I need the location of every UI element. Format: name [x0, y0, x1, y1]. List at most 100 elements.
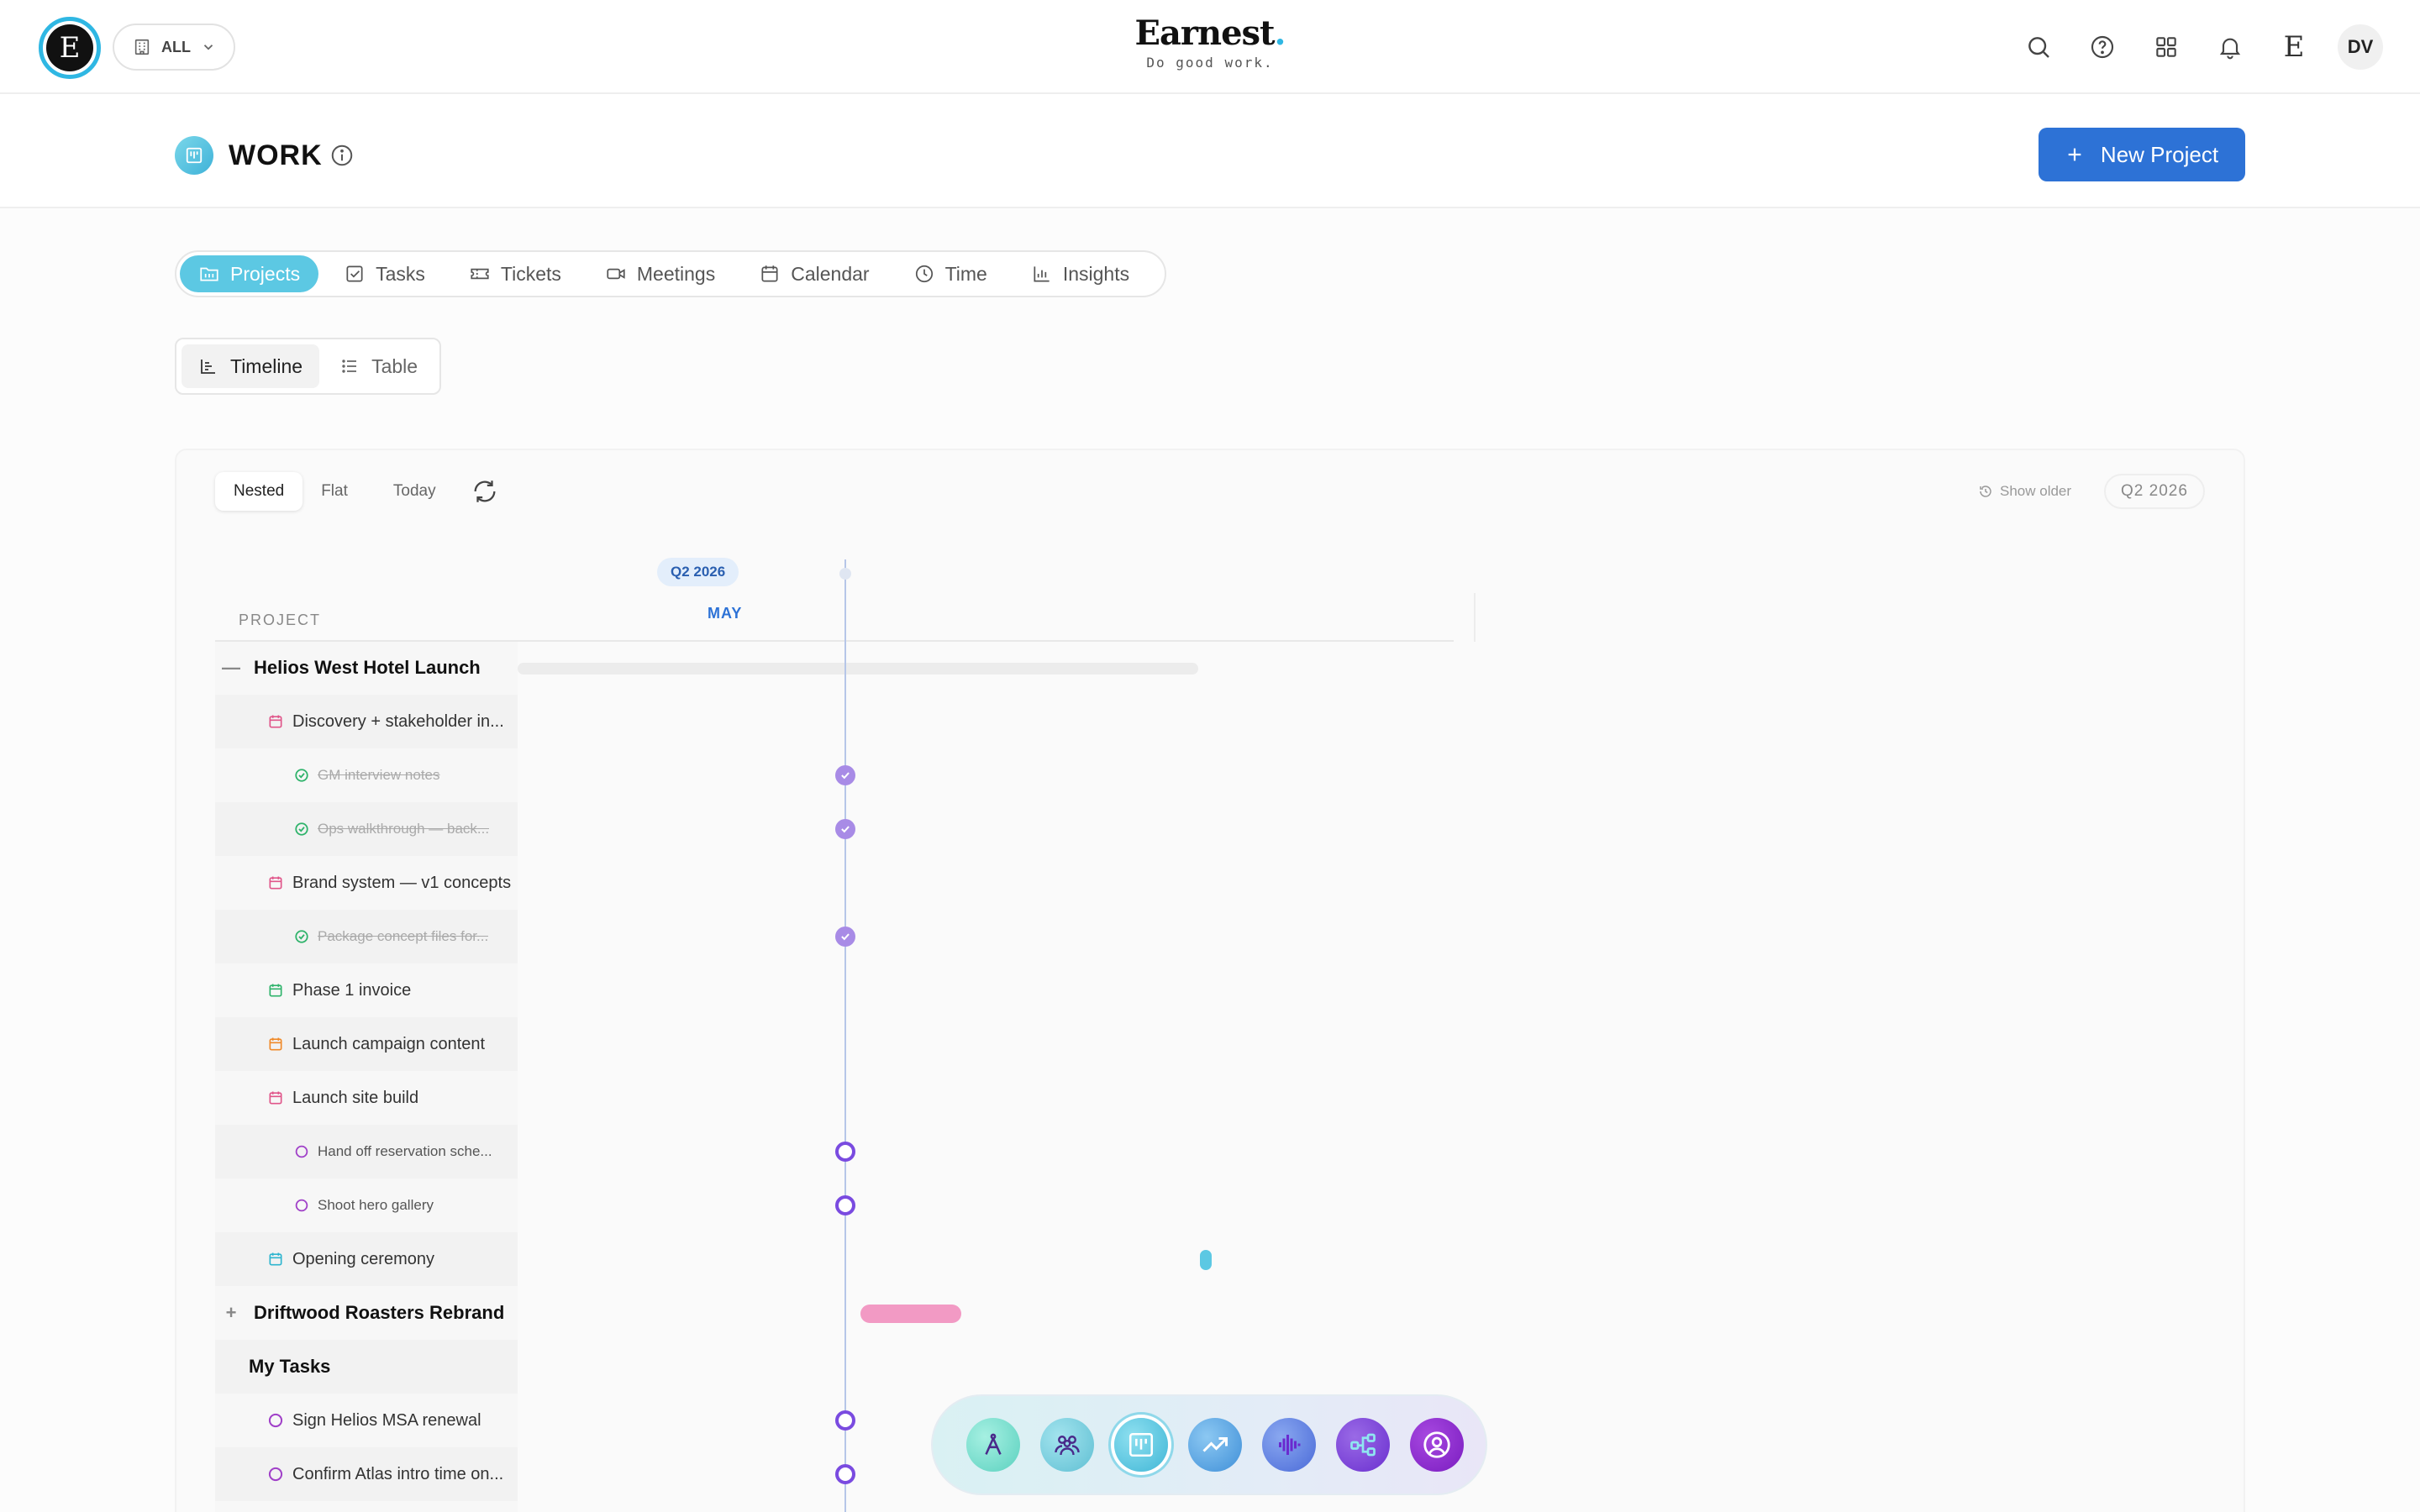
- growth-app-icon[interactable]: [1188, 1418, 1242, 1472]
- task-marker-open[interactable]: [835, 1410, 855, 1431]
- milestone-marker[interactable]: [1200, 1250, 1212, 1270]
- task-row[interactable]: Package concept files for...: [215, 910, 518, 963]
- brand: Earnest. Do good work.: [1126, 13, 1294, 72]
- refresh-icon[interactable]: [468, 475, 502, 508]
- show-older-label: Show older: [2000, 483, 2072, 499]
- milestone-row[interactable]: Discovery + stakeholder in...: [215, 695, 518, 748]
- top-header: E ALL Earnest. Do good work. E DV: [0, 0, 2420, 94]
- task-row[interactable]: GM interview notes: [215, 748, 518, 802]
- calendar-icon: [761, 265, 778, 282]
- avatar[interactable]: DV: [2338, 24, 2383, 70]
- app-logo[interactable]: E: [39, 17, 101, 79]
- help-icon[interactable]: [2082, 27, 2123, 67]
- calendar-icon: [269, 876, 282, 890]
- tab-time[interactable]: Time: [895, 255, 1006, 292]
- check-icon: [841, 772, 850, 780]
- timeline-icon: [201, 360, 215, 374]
- workspace-switcher[interactable]: ALL: [113, 24, 235, 71]
- tab-label: Tickets: [500, 262, 561, 285]
- milestone-row[interactable]: Launch campaign content: [215, 1017, 518, 1071]
- timeline-controls: Nested Flat Today: [215, 472, 502, 511]
- task-marker-open[interactable]: [835, 1195, 855, 1215]
- earnest-app-icon[interactable]: E: [2274, 27, 2314, 67]
- tab-label: Tasks: [376, 262, 425, 285]
- workspace-label: ALL: [161, 38, 191, 55]
- project-span-bar[interactable]: [518, 663, 1198, 675]
- project-row-driftwood[interactable]: + Driftwood Roasters Rebrand: [215, 1286, 518, 1340]
- work-app-icon[interactable]: [1114, 1418, 1168, 1472]
- task-marker-open[interactable]: [835, 1142, 855, 1162]
- project-span-bar[interactable]: [860, 1305, 961, 1323]
- task-row[interactable]: Ops walkthrough — back...: [215, 802, 518, 856]
- voice-app-icon[interactable]: [1262, 1418, 1316, 1472]
- list-icon: [342, 360, 357, 373]
- milestone-row[interactable]: Launch site build: [215, 1071, 518, 1125]
- today-button[interactable]: Today: [375, 472, 455, 511]
- mode-nested[interactable]: Nested: [215, 472, 303, 511]
- milestone-row[interactable]: Opening ceremony: [215, 1232, 518, 1286]
- row-label: Opening ceremony: [292, 1249, 434, 1268]
- calendar-icon: [269, 1252, 282, 1266]
- tab-calendar[interactable]: Calendar: [740, 255, 887, 292]
- group-row-my-tasks[interactable]: My Tasks: [215, 1340, 518, 1394]
- view-timeline[interactable]: Timeline: [182, 344, 320, 388]
- my-task-row[interactable]: Confirm Atlas intro time on...: [215, 1447, 518, 1501]
- tab-projects[interactable]: Projects: [180, 255, 319, 292]
- tab-insights[interactable]: Insights: [1013, 255, 1148, 292]
- search-icon[interactable]: [2018, 27, 2059, 67]
- row-label: Launch campaign content: [292, 1034, 486, 1053]
- collapse-icon[interactable]: —: [222, 657, 240, 679]
- view-table[interactable]: Table: [323, 344, 434, 388]
- task-row[interactable]: Hand off reservation sche...: [215, 1125, 518, 1179]
- milestone-row[interactable]: Brand system — v1 concepts: [215, 856, 518, 910]
- show-older-button[interactable]: Show older: [1978, 479, 2071, 504]
- expand-icon[interactable]: +: [222, 1302, 240, 1324]
- circle-icon: [268, 1413, 283, 1428]
- tab-tickets[interactable]: Tickets: [450, 255, 580, 292]
- calendar-icon: [269, 1037, 282, 1051]
- task-row[interactable]: Shoot hero gallery: [215, 1179, 518, 1232]
- row-label: Discovery + stakeholder in...: [292, 711, 504, 731]
- today-line: [844, 559, 846, 1512]
- new-project-label: New Project: [2100, 141, 2219, 167]
- mode-flat[interactable]: Flat: [302, 472, 366, 511]
- calendar-icon: [269, 984, 282, 997]
- check-icon: [841, 933, 850, 941]
- profile-app-icon[interactable]: [1410, 1418, 1464, 1472]
- apps-grid-icon[interactable]: [2146, 27, 2186, 67]
- calendar-icon: [269, 715, 282, 728]
- bell-icon[interactable]: [2210, 27, 2250, 67]
- network-app-icon[interactable]: [1336, 1418, 1390, 1472]
- project-row-helios[interactable]: — Helios West Hotel Launch: [215, 641, 518, 695]
- task-marker-done[interactable]: [835, 819, 855, 839]
- tab-meetings[interactable]: Meetings: [587, 255, 734, 292]
- new-project-button[interactable]: New Project: [2039, 128, 2245, 181]
- task-marker-done[interactable]: [835, 927, 855, 947]
- calendar-icon: [269, 1091, 282, 1105]
- circle-icon: [295, 1199, 308, 1212]
- row-label: My Tasks: [249, 1356, 331, 1377]
- page-title: WORK: [229, 139, 323, 171]
- milestone-row[interactable]: Phase 1 invoice: [215, 963, 518, 1017]
- tab-label: Time: [944, 262, 987, 285]
- row-label: Driftwood Roasters Rebrand: [254, 1302, 505, 1323]
- brand-tagline: Do good work.: [1146, 55, 1274, 71]
- quarter-selector[interactable]: Q2 2026: [2104, 474, 2205, 509]
- tab-tasks[interactable]: Tasks: [325, 255, 444, 292]
- row-label: Ops walkthrough — back...: [318, 821, 490, 837]
- task-marker-done[interactable]: [835, 765, 855, 785]
- check-circle-icon: [295, 769, 308, 782]
- page-header: WORK New Project: [0, 94, 2420, 208]
- people-app-icon[interactable]: [1040, 1418, 1094, 1472]
- compass-app-icon[interactable]: [966, 1418, 1020, 1472]
- check-icon: [841, 826, 850, 833]
- circle-icon: [268, 1467, 283, 1482]
- row-label: Hand off reservation sche...: [318, 1143, 492, 1159]
- task-marker-open[interactable]: [835, 1464, 855, 1484]
- row-label: Sign Helios MSA renewal: [292, 1410, 481, 1430]
- row-label: Helios West Hotel Launch: [254, 657, 481, 678]
- logo-letter: E: [46, 24, 93, 71]
- info-icon[interactable]: [329, 143, 355, 172]
- my-task-row[interactable]: Sign Helios MSA renewal: [215, 1394, 518, 1447]
- tab-label: Calendar: [791, 262, 870, 285]
